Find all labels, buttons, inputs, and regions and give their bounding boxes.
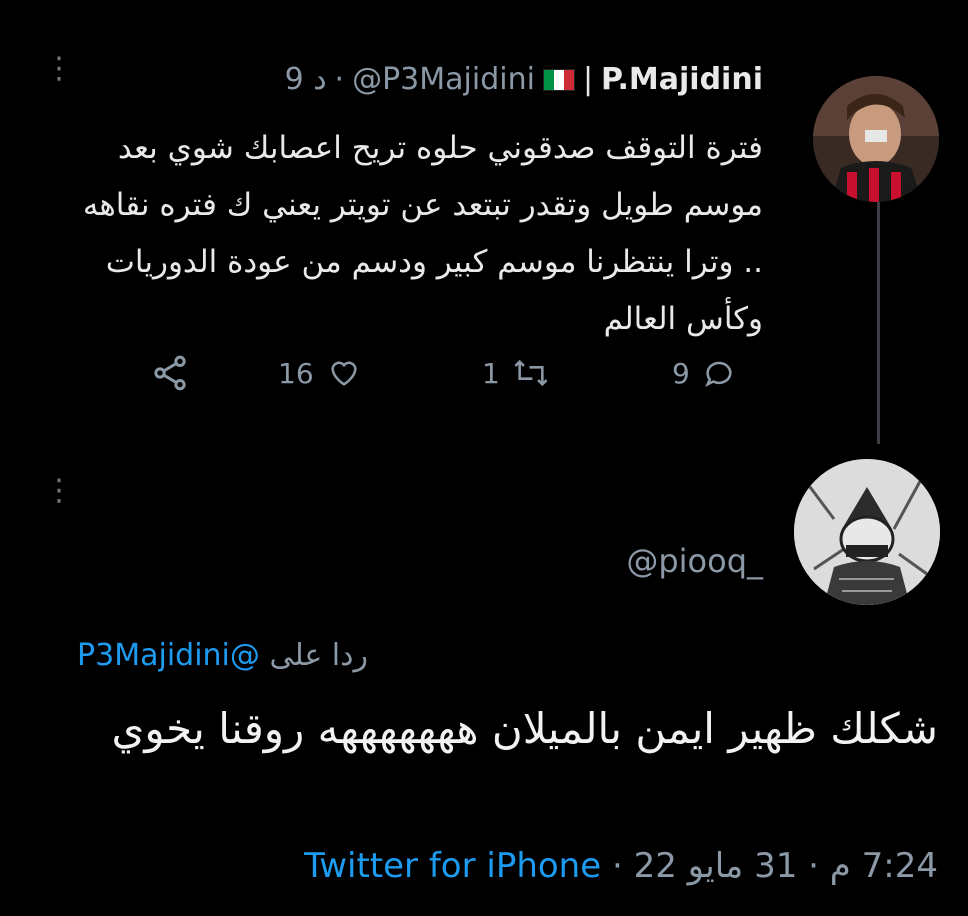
replying-to: ردا على @P3Majidini	[77, 638, 368, 673]
more-vertical-icon[interactable]: ⋮	[44, 476, 74, 506]
retweet-button[interactable]: 1	[482, 348, 550, 398]
tweet-meta: 7:24 م · 31 مايو 22 · Twitter for iPhone	[304, 846, 938, 886]
reply-handle[interactable]: @piooq_	[626, 542, 763, 580]
tweet-text: فترة التوقف صدقوني حلوه تريح اعصابك شوي …	[82, 130, 763, 337]
italy-flag-icon	[542, 68, 575, 91]
tweet-header: 9 د · @P3Majidini | P.Majidini	[285, 62, 763, 97]
reply-icon	[704, 361, 732, 388]
dot-separator: ·	[601, 846, 623, 886]
retweet-icon	[514, 359, 548, 387]
reply-date[interactable]: 31 مايو 22	[634, 846, 798, 886]
display-name[interactable]: P.Majidini	[601, 62, 763, 97]
reply-time[interactable]: 7:24 م	[830, 846, 938, 886]
like-button[interactable]: 16	[278, 348, 362, 398]
avatar[interactable]	[813, 76, 939, 202]
more-vertical-icon[interactable]: ⋮	[44, 54, 74, 84]
reply-count: 9	[672, 356, 690, 390]
share-icon	[154, 355, 186, 391]
reply-text: شكلك ظهير ايمن بالميلان هههههههه روقنا ي…	[111, 704, 939, 753]
like-count: 16	[278, 356, 314, 390]
reply-button[interactable]: 9	[672, 348, 736, 398]
tweet-source[interactable]: Twitter for iPhone	[304, 846, 601, 886]
replying-to-label: ردا على	[269, 638, 368, 673]
dot-separator: ·	[334, 62, 345, 97]
tweet-handle[interactable]: @P3Majidini	[352, 62, 535, 97]
reply-avatar[interactable]	[794, 459, 940, 605]
tweet-time: 9 د	[284, 62, 327, 97]
share-button[interactable]	[150, 348, 190, 398]
retweet-count: 1	[482, 356, 500, 390]
dot-separator: ·	[797, 846, 819, 886]
replying-to-handle[interactable]: @P3Majidini	[77, 638, 260, 673]
like-icon	[331, 361, 357, 386]
name-separator: |	[582, 62, 594, 97]
